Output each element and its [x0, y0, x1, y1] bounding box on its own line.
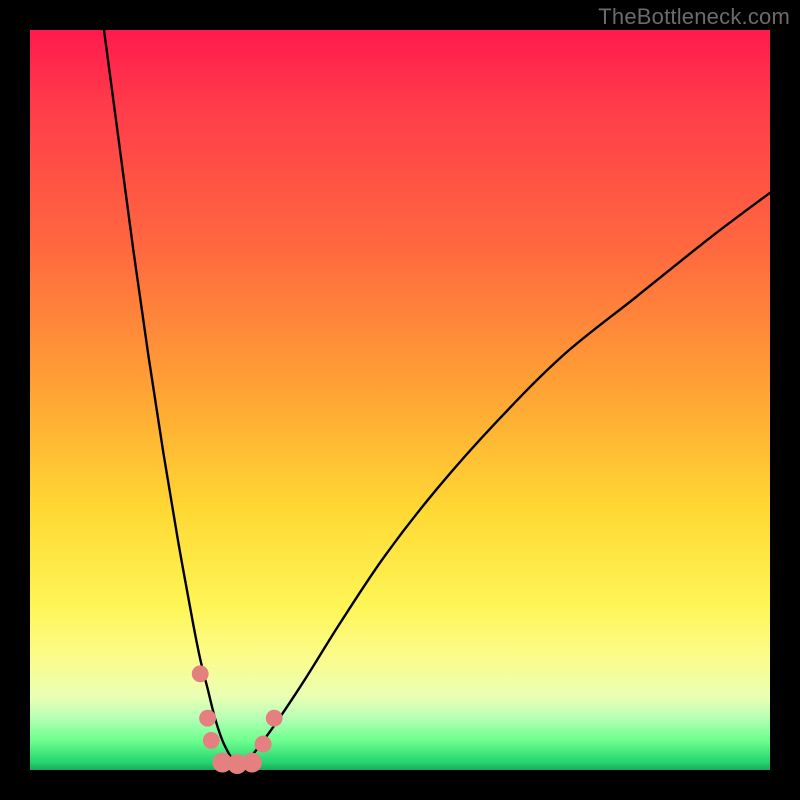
curve-left-branch	[104, 30, 237, 766]
data-marker	[242, 753, 262, 773]
data-marker	[203, 732, 220, 749]
data-marker	[199, 710, 216, 727]
curve-svg	[30, 30, 770, 770]
watermark-text: TheBottleneck.com	[598, 4, 790, 30]
data-marker	[255, 736, 272, 753]
chart-frame: TheBottleneck.com	[0, 0, 800, 800]
plot-area	[30, 30, 770, 770]
curve-right-branch	[237, 193, 770, 767]
data-marker	[266, 710, 283, 727]
data-marker	[192, 665, 209, 682]
